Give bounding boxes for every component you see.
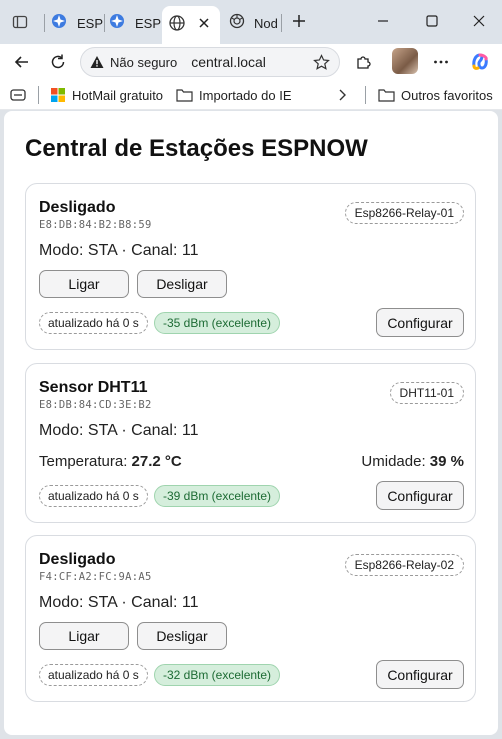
tab-nod[interactable]: Nod <box>224 8 280 38</box>
humidity-reading: Umidade: 39 % <box>361 453 464 470</box>
tab-separator <box>281 14 282 32</box>
windows-logo-icon <box>51 88 65 102</box>
station-mac: E8:DB:84:CD:3E:B2 <box>39 399 152 411</box>
collections-icon <box>10 89 26 101</box>
folder-icon <box>378 89 395 102</box>
station-type-badge: DHT11-01 <box>389 382 464 404</box>
tab-label: ESP8 <box>77 15 103 31</box>
maximize-icon <box>426 15 438 27</box>
temperature-value: 27.2 °C <box>131 453 182 470</box>
station-mac: E8:DB:84:B2:B8:59 <box>39 219 152 231</box>
extensions-button[interactable] <box>350 48 378 76</box>
station-card-relay-02: Desligado F4:CF:A2:FC:9A:A5 Esp8266-Rela… <box>25 535 476 702</box>
humidity-value: 39 % <box>429 453 464 470</box>
tab-esp8[interactable]: ESP8 <box>50 8 104 38</box>
favorite-folder-ie[interactable]: Importado do IE <box>176 86 292 104</box>
tab-central-active[interactable] <box>162 6 220 44</box>
profile-avatar[interactable] <box>392 48 418 74</box>
favorites-overflow-button[interactable] <box>336 86 348 104</box>
station-name: Sensor DHT11 <box>39 379 148 396</box>
new-tab-button[interactable] <box>284 8 314 34</box>
temperature-reading: Temperatura: 27.2 °C <box>39 453 182 470</box>
esp-favicon-icon <box>50 12 68 35</box>
page-title: Central de Estações ESPNOW <box>25 135 368 162</box>
folder-icon <box>176 89 193 102</box>
tab-esp0[interactable]: ESP0 <box>108 8 162 38</box>
tab-label: Nod <box>254 15 278 31</box>
favorite-label: Outros favoritos <box>401 87 493 103</box>
browser-toolbar: Não seguro central.local <box>0 44 502 80</box>
page-viewport: Central de Estações ESPNOW Desligado E8:… <box>4 111 498 735</box>
signal-badge: -32 dBm (excelente) <box>154 664 281 686</box>
station-mode: Modo: STA · Canal: 11 <box>39 422 199 439</box>
tab-label: ESP0 <box>135 15 161 31</box>
ellipsis-icon <box>434 60 448 64</box>
station-card-dht11: Sensor DHT11 E8:DB:84:CD:3E:B2 DHT11-01 … <box>25 363 476 523</box>
station-type-badge: Esp8266-Relay-01 <box>344 202 464 224</box>
favorite-folder-others[interactable]: Outros favoritos <box>378 86 493 104</box>
not-secure-label[interactable]: Não seguro <box>110 55 177 70</box>
puzzle-icon <box>357 56 371 69</box>
turn-on-button[interactable]: Ligar <box>39 622 129 650</box>
station-type-badge: Esp8266-Relay-02 <box>344 554 464 576</box>
updated-badge: atualizado há 0 s <box>39 312 148 334</box>
station-name: Desligado <box>39 551 116 568</box>
signal-badge: -39 dBm (excelente) <box>154 485 281 507</box>
minimize-icon <box>378 20 388 22</box>
close-window-button[interactable] <box>464 8 494 34</box>
tab-bar: ESP8 ESP0 Nod <box>0 0 502 44</box>
station-card-relay-01: Desligado E8:DB:84:B2:B8:59 Esp8266-Rela… <box>25 183 476 350</box>
station-mode: Modo: STA · Canal: 11 <box>39 594 199 611</box>
back-arrow-icon <box>14 56 28 68</box>
esp-favicon-icon <box>108 12 126 35</box>
favbar-separator <box>38 86 39 104</box>
globe-icon <box>168 14 186 37</box>
openai-icon <box>228 12 246 35</box>
tab-separator <box>44 14 45 32</box>
turn-off-button[interactable]: Desligar <box>137 270 227 298</box>
close-tab-icon[interactable] <box>198 16 210 34</box>
updated-badge: atualizado há 0 s <box>39 664 148 686</box>
station-mac: F4:CF:A2:FC:9A:A5 <box>39 571 152 583</box>
station-mode: Modo: STA · Canal: 11 <box>39 242 199 259</box>
warning-icon[interactable] <box>90 55 104 69</box>
temperature-label: Temperatura: <box>39 453 128 470</box>
configure-button[interactable]: Configurar <box>376 660 464 689</box>
favbar-separator <box>365 86 366 104</box>
url-text[interactable]: central.local <box>191 54 266 70</box>
favorite-label: HotMail gratuito <box>72 87 164 103</box>
configure-button[interactable]: Configurar <box>376 481 464 510</box>
copilot-icon <box>472 53 488 70</box>
turn-on-button[interactable]: Ligar <box>39 270 129 298</box>
refresh-icon <box>51 54 65 69</box>
maximize-button[interactable] <box>417 8 447 34</box>
humidity-label: Umidade: <box>361 453 426 470</box>
favorite-label: Importado do IE <box>199 87 292 103</box>
signal-badge: -35 dBm (excelente) <box>154 312 281 334</box>
tab-separator <box>104 14 105 32</box>
refresh-button[interactable] <box>44 48 72 76</box>
configure-button[interactable]: Configurar <box>376 308 464 337</box>
tab-actions-icon[interactable] <box>6 8 34 36</box>
favorite-hotmail[interactable]: HotMail gratuito <box>50 86 163 104</box>
station-name: Desligado <box>39 199 116 216</box>
favorite-star-icon[interactable] <box>313 54 330 76</box>
turn-off-button[interactable]: Desligar <box>137 622 227 650</box>
close-icon <box>473 15 485 27</box>
updated-badge: atualizado há 0 s <box>39 485 148 507</box>
sidebar-toggle-button[interactable] <box>10 86 26 104</box>
address-bar[interactable]: Não seguro central.local <box>80 47 340 77</box>
favorites-bar: HotMail gratuito Importado do IE Outros … <box>0 80 502 110</box>
copilot-button[interactable] <box>466 48 494 76</box>
minimize-button[interactable] <box>368 8 398 34</box>
back-button[interactable] <box>8 48 36 76</box>
more-options-button[interactable] <box>427 48 455 76</box>
plus-icon <box>293 15 305 27</box>
chevron-right-icon <box>339 89 346 101</box>
sensor-readings: Temperatura: 27.2 °C Umidade: 39 % <box>39 453 464 470</box>
